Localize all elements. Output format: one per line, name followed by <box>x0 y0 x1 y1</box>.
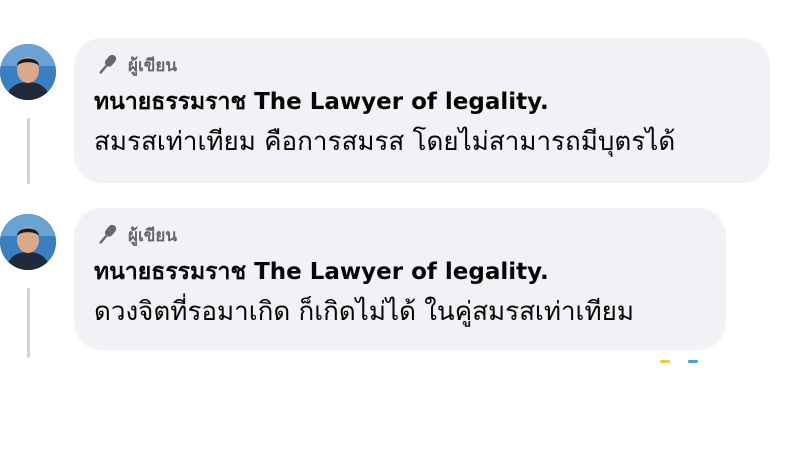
reaction-icons[interactable] <box>660 360 720 364</box>
comment-text: สมรสเท่าเทียม คือการสมรส โดยไม่สามารถมีบ… <box>94 127 676 157</box>
author-badge: ผู้เขียน <box>94 222 702 248</box>
comment-bubble: ผู้เขียน ทนายธรรมราช The Lawyer of legal… <box>74 208 726 350</box>
microphone-icon <box>94 222 120 248</box>
comment-bubble: ผู้เขียน ทนายธรรมราช The Lawyer of legal… <box>74 38 770 183</box>
author-badge-label: ผู้เขียน <box>128 55 177 76</box>
comment-text: ดวงจิตที่รอมาเกิด ก็เกิดไม่ได้ ในคู่สมรส… <box>94 297 634 327</box>
avatar[interactable] <box>0 44 56 100</box>
author-badge-label: ผู้เขียน <box>128 225 177 246</box>
author-badge: ผู้เขียน <box>94 52 746 78</box>
comment: ผู้เขียน ทนายธรรมราช The Lawyer of legal… <box>0 38 800 188</box>
author-name[interactable]: ทนายธรรมราช The Lawyer of legality. <box>94 86 746 118</box>
reaction-icon <box>660 360 670 363</box>
author-name[interactable]: ทนายธรรมราช The Lawyer of legality. <box>94 256 702 288</box>
thread-line <box>27 118 30 184</box>
microphone-icon <box>94 52 120 78</box>
comment: ผู้เขียน ทนายธรรมราช The Lawyer of legal… <box>0 208 800 358</box>
thread-line <box>27 288 30 358</box>
avatar[interactable] <box>0 214 56 270</box>
reaction-icon <box>688 360 698 363</box>
comment-thread: ผู้เขียน ทนายธรรมราช The Lawyer of legal… <box>0 0 800 450</box>
